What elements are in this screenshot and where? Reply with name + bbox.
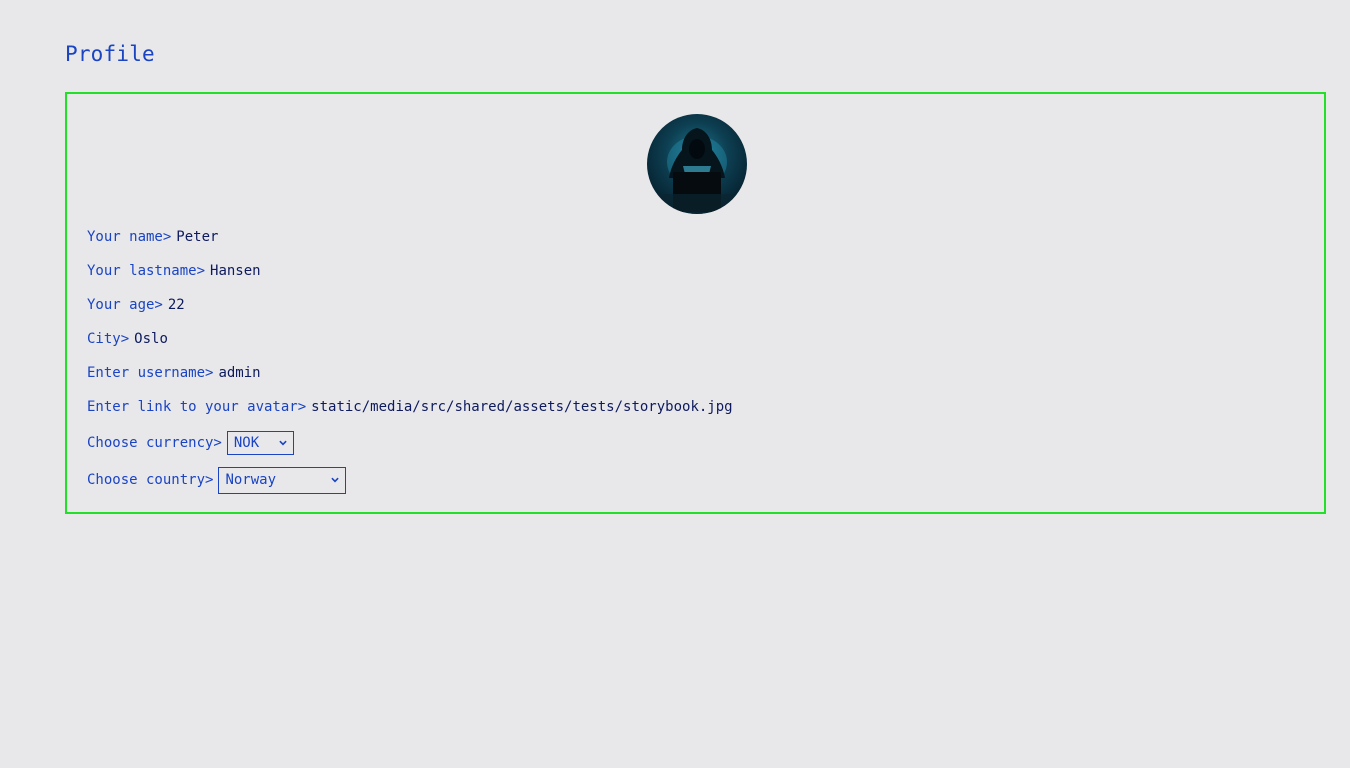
- name-label: Your name>: [87, 229, 172, 245]
- lastname-label: Your lastname>: [87, 263, 206, 279]
- age-field[interactable]: 22: [168, 297, 185, 313]
- username-field[interactable]: admin: [218, 365, 260, 381]
- city-field[interactable]: Oslo: [134, 331, 168, 347]
- currency-select[interactable]: NOK: [226, 431, 294, 455]
- currency-label: Choose currency>: [87, 435, 222, 451]
- hooded-figure-image: [647, 128, 747, 214]
- name-row: Your name> Peter: [87, 226, 218, 248]
- city-label: City>: [87, 331, 130, 347]
- lastname-row: Your lastname> Hansen: [87, 260, 261, 282]
- currency-select-value: NOK: [233, 435, 260, 451]
- chevron-down-icon: [331, 476, 340, 484]
- username-row: Enter username> admin: [87, 362, 261, 384]
- chevron-down-icon: [279, 439, 287, 447]
- avatar: [647, 114, 747, 214]
- avatar-link-label: Enter link to your avatar>: [87, 399, 307, 415]
- country-select[interactable]: Norway: [218, 466, 347, 494]
- city-row: City> Oslo: [87, 328, 168, 350]
- age-label: Your age>: [87, 297, 163, 313]
- name-field[interactable]: Peter: [176, 229, 218, 245]
- profile-card: Your name> Peter Your lastname> Hansen Y…: [65, 92, 1326, 514]
- age-row: Your age> 22: [87, 294, 185, 316]
- country-select-value: Norway: [225, 472, 277, 488]
- avatar-link-row: Enter link to your avatar> static/media/…: [87, 396, 733, 418]
- page-title: Profile: [65, 42, 155, 66]
- lastname-field[interactable]: Hansen: [210, 263, 261, 279]
- avatar-link-field[interactable]: static/media/src/shared/assets/tests/sto…: [311, 399, 732, 415]
- username-label: Enter username>: [87, 365, 214, 381]
- country-row: Choose country> Norway: [87, 466, 347, 494]
- country-label: Choose country>: [87, 472, 214, 488]
- currency-row: Choose currency> NOK: [87, 430, 294, 456]
